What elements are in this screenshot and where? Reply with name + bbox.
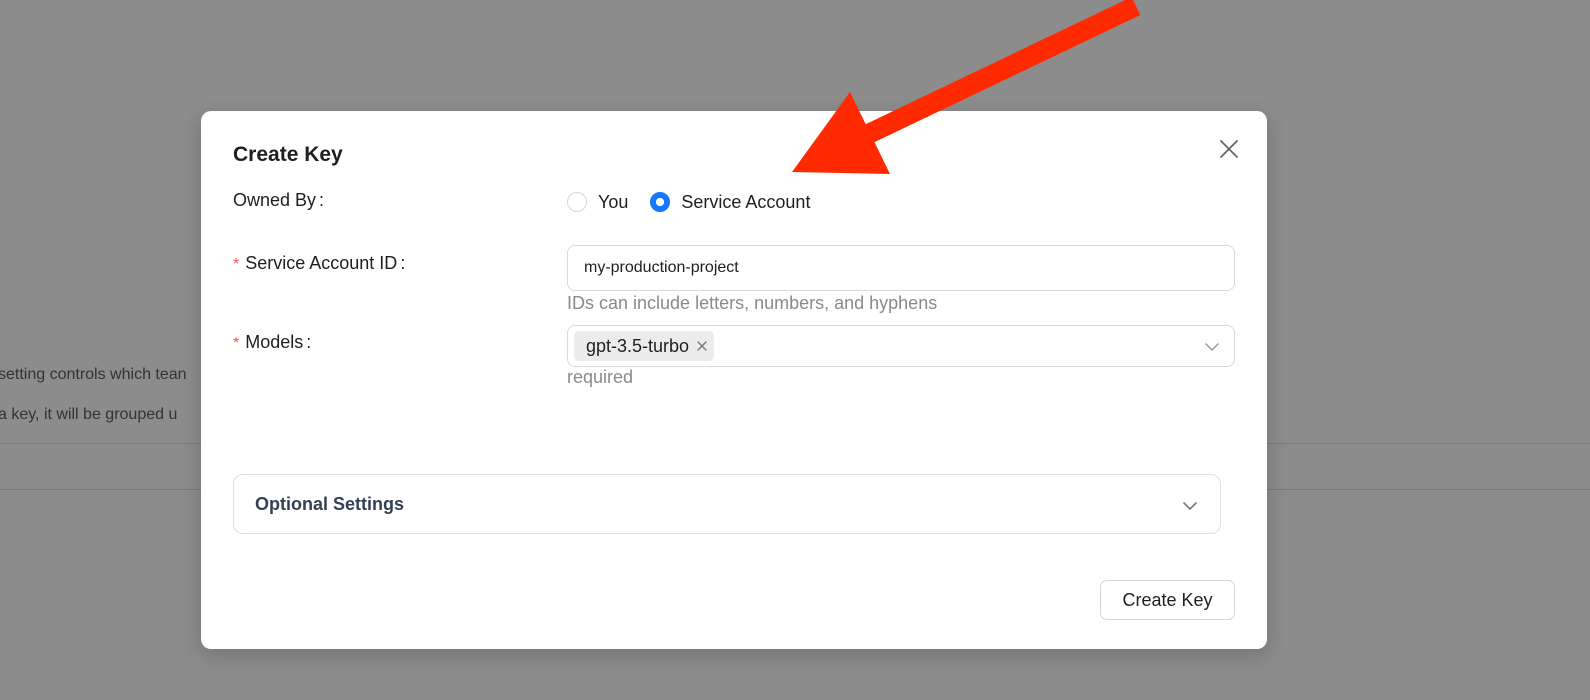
- radio-label-service-account: Service Account: [681, 191, 811, 212]
- background-text: a key, it will be grouped u: [0, 406, 178, 423]
- owned-by-radio-group: You Service Account: [567, 189, 832, 215]
- create-key-modal: Create Key Owned By: You Service Account…: [201, 111, 1267, 649]
- modal-title: Create Key: [233, 143, 343, 166]
- models-help: required: [567, 367, 634, 387]
- optional-settings-title: Optional Settings: [255, 494, 405, 514]
- radio-service-account[interactable]: [650, 192, 671, 212]
- model-tag-label: gpt-3.5-turbo: [586, 335, 690, 356]
- required-mark: *: [233, 335, 240, 352]
- chevron-down-icon: [1205, 343, 1219, 351]
- chevron-down-icon: [1183, 502, 1197, 510]
- optional-settings-collapse[interactable]: Optional Settings: [233, 474, 1221, 534]
- service-account-id-label: * Service Account ID:: [233, 253, 406, 273]
- radio-option-service-account[interactable]: Service Account: [650, 192, 810, 213]
- background-text: setting controls which tean: [0, 366, 187, 383]
- owned-by-label: Owned By:: [233, 190, 325, 210]
- close-button[interactable]: [1217, 137, 1241, 161]
- create-key-button[interactable]: Create Key: [1100, 580, 1235, 620]
- radio-option-you[interactable]: You: [567, 192, 628, 213]
- service-account-id-help: IDs can include letters, numbers, and hy…: [567, 293, 938, 313]
- tag-close-icon[interactable]: [696, 340, 708, 352]
- radio-you[interactable]: [567, 192, 587, 212]
- required-mark: *: [233, 256, 240, 273]
- radio-label-you: You: [598, 191, 629, 212]
- models-label: * Models:: [233, 332, 312, 352]
- model-tag: gpt-3.5-turbo: [574, 331, 715, 361]
- close-icon: [1220, 140, 1238, 158]
- service-account-id-input[interactable]: [567, 245, 1235, 291]
- models-select[interactable]: gpt-3.5-turbo: [567, 325, 1235, 367]
